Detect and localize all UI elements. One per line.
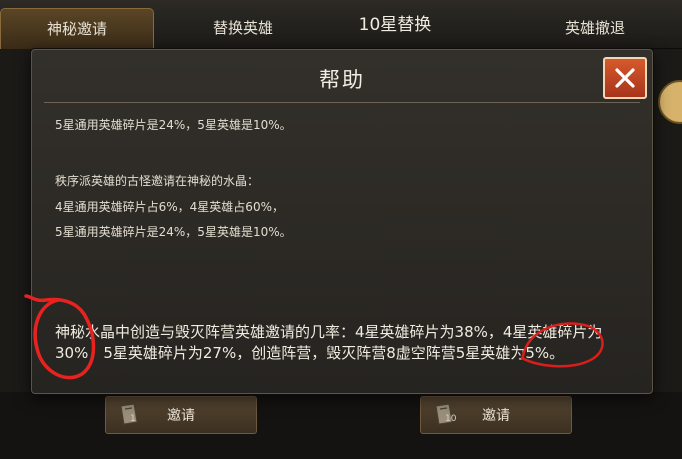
invite-10-button[interactable]: 10 邀请 xyxy=(420,396,572,434)
help-line: 5星通用英雄碎片是24%，5星英雄是10%。 xyxy=(55,118,292,132)
help-paragraph: 神秘水晶中创造与毁灭阵营英雄邀请的几率：4星英雄碎片为38%，4星英雄碎片为30… xyxy=(55,323,603,362)
help-line: 秩序派英雄的古怪邀请在神秘的水晶： xyxy=(55,174,260,188)
help-line: 5星通用英雄碎片是24%，5星英雄是10%。 xyxy=(55,225,292,239)
tab-mysterious-invite[interactable]: 神秘邀请 xyxy=(0,8,154,49)
gold-round-button[interactable] xyxy=(658,80,682,124)
title-divider xyxy=(44,102,640,103)
tab-10-star-replace[interactable]: 10星替换 xyxy=(330,10,460,35)
invite-button-label: 邀请 xyxy=(167,408,195,424)
dialog-title: 帮助 xyxy=(319,68,365,92)
invite-1-button[interactable]: 1 邀请 xyxy=(105,396,257,434)
tab-replace-hero[interactable]: 替换英雄 xyxy=(168,8,318,48)
close-button[interactable] xyxy=(603,57,647,99)
bottom-panel xyxy=(0,392,682,459)
top-tab-bar: 神秘邀请 替换英雄 10星替换 英雄撤退 xyxy=(0,0,682,49)
help-content: 5星通用英雄碎片是24%，5星英雄是10%。 秩序派英雄的古怪邀请在神秘的水晶：… xyxy=(55,112,630,382)
help-line: 4星通用英雄碎片占6%，4星英雄占60%， xyxy=(55,200,284,214)
close-icon xyxy=(615,68,635,88)
tab-hero-retreat[interactable]: 英雄撤退 xyxy=(520,8,670,48)
invite-button-label: 邀请 xyxy=(482,408,510,424)
help-dialog: 帮助 5星通用英雄碎片是24%，5星英雄是10%。 秩序派英雄的古怪邀请在神秘的… xyxy=(31,49,653,394)
